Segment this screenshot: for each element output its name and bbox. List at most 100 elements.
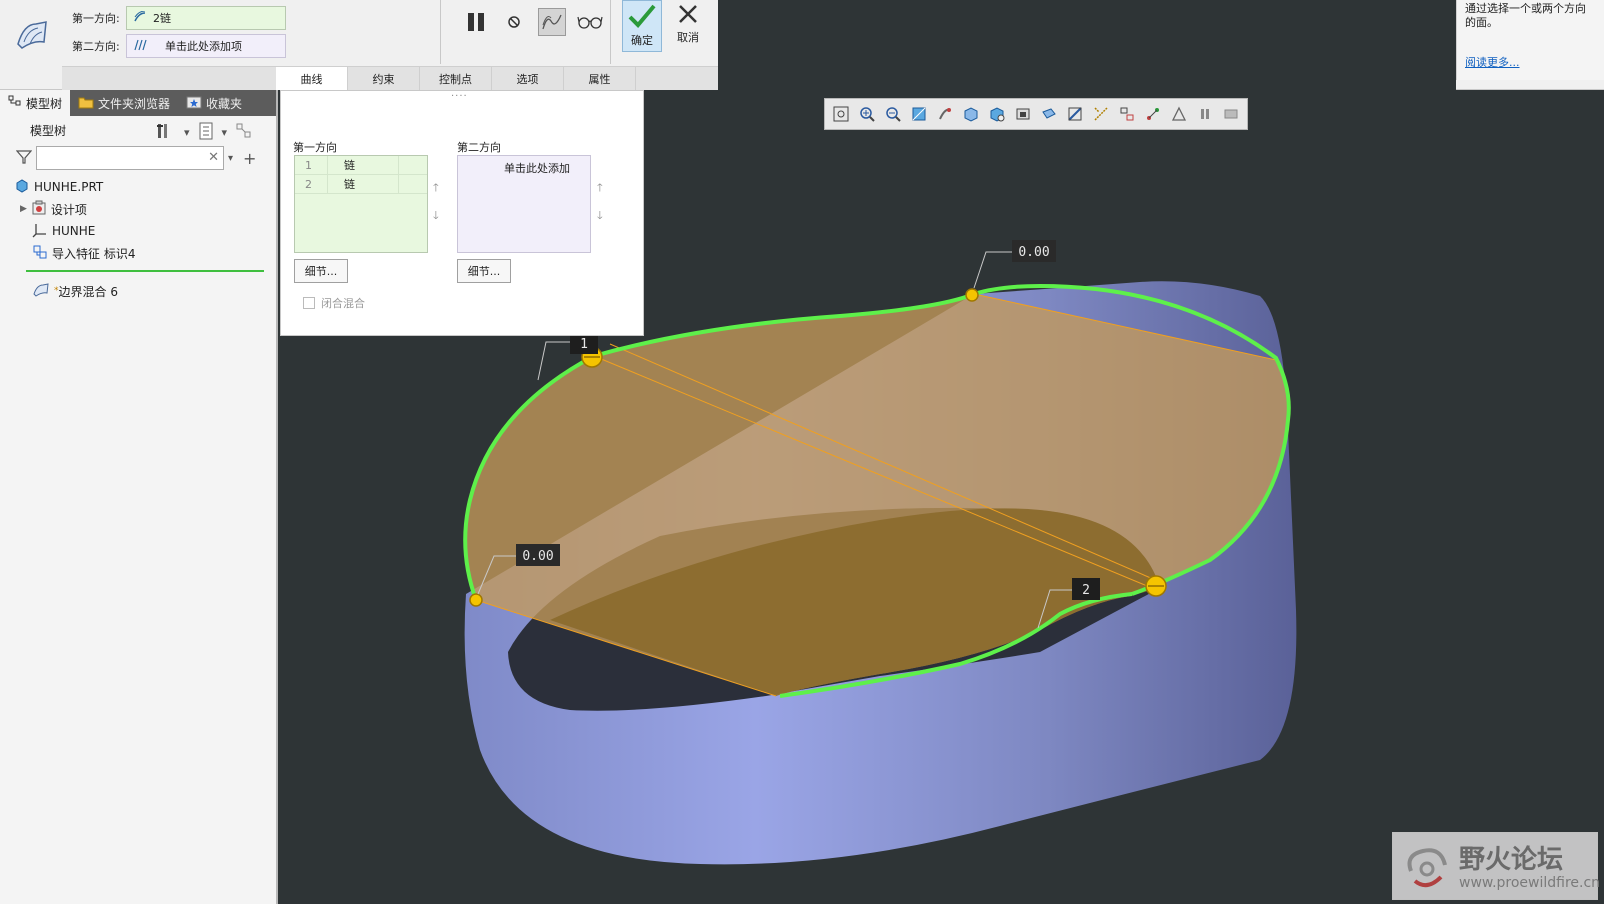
tree-item-part[interactable]: HUNHE.PRT [14, 176, 276, 198]
tab-favorites[interactable]: 收藏夹 [178, 90, 250, 116]
handle-top[interactable] [965, 288, 979, 302]
read-more-link[interactable]: 阅读更多... [1465, 56, 1520, 70]
search-input[interactable] [37, 147, 223, 169]
first-direction-list[interactable]: 1 链 2 链 [294, 155, 428, 253]
help-panel: 通过选择一个或两个方向的面。 阅读更多... [1456, 0, 1604, 80]
second-direction-value: 单击此处添加项 [165, 40, 242, 53]
tree-item-csys[interactable]: HUNHE [14, 220, 276, 242]
dashboard: 第一方向: 2链 第二方向: 单击此处添加项 确定 取消 曲线 约束 控制点 选… [0, 0, 1604, 90]
first-direction-value: 2链 [153, 12, 171, 25]
move-up-icon[interactable]: 🡑 [433, 179, 439, 198]
tree-item-label: 边界混合 6 [58, 284, 118, 299]
tab-strip-left [62, 66, 276, 90]
tab-favorites-label: 收藏夹 [206, 96, 243, 111]
chain-2-label[interactable]: 2 [1082, 583, 1090, 598]
csys-display-icon[interactable] [1143, 105, 1162, 124]
clear-icon[interactable]: ✕ [208, 150, 219, 165]
model-tree: HUNHE.PRT ▶ 设计项 HUNHE 导入特征 标识4 * 边界混合 6 [0, 176, 276, 302]
navigator-panel: 模型树 文件夹浏览器 收藏夹 模型树 ▾ ▾ ✕ ▾ + HUNHE.PRT ▶… [0, 90, 278, 904]
pause-regen-icon[interactable] [1195, 105, 1214, 124]
ok-button[interactable]: 确定 [622, 0, 662, 52]
chevron-down-icon[interactable]: ▾ [184, 126, 190, 139]
view-manager-icon[interactable] [1013, 105, 1032, 124]
perspective-icon[interactable] [1039, 105, 1058, 124]
curves-panel: ···· 第一方向 1 链 2 链 🡑 🡓 细节... 第二方向 单击此处添加 … [280, 90, 644, 336]
watermark-logo-icon [1401, 841, 1453, 896]
second-direction-title: 第二方向 [457, 141, 501, 154]
add-icon[interactable]: + [243, 149, 256, 168]
repaint-icon[interactable] [909, 105, 928, 124]
tab-folder-browser[interactable]: 文件夹浏览器 [70, 90, 178, 116]
zoom-out-icon[interactable] [883, 105, 902, 124]
second-direction-list[interactable]: 单击此处添加 [457, 155, 591, 253]
chevron-down-icon[interactable]: ▾ [222, 126, 228, 139]
tree-columns-icon[interactable] [235, 122, 253, 143]
tab-curves[interactable]: 曲线 [276, 66, 348, 90]
tree-tools: ▾ ▾ [156, 122, 253, 143]
blend-preview-button[interactable] [538, 8, 566, 36]
tree-search-box: ✕ [36, 146, 224, 170]
tree-item-import-feature[interactable]: 导入特征 标识4 [14, 242, 276, 264]
insert-indicator-line [26, 270, 264, 272]
saved-views-icon[interactable] [987, 105, 1006, 124]
move-down-icon[interactable]: 🡓 [433, 207, 439, 226]
handle-left[interactable] [469, 593, 483, 607]
tab-control-points[interactable]: 控制点 [420, 66, 492, 90]
pause-button[interactable] [462, 8, 490, 36]
tab-constraints[interactable]: 约束 [348, 66, 420, 90]
second-direction-placeholder: 单击此处添加 [504, 162, 570, 175]
tab-strip-right [636, 66, 718, 90]
refit-icon[interactable] [831, 105, 850, 124]
tree-item-label: 设计项 [50, 202, 87, 217]
closed-blend-label: 闭合混合 [321, 297, 365, 310]
ribbon-separator [440, 0, 441, 64]
list-item[interactable]: 1 链 [295, 156, 427, 175]
tree-settings-icon[interactable] [156, 122, 176, 143]
show-tree-icon[interactable] [198, 122, 214, 143]
filter-icon[interactable] [15, 149, 33, 168]
tree-item-boundary-blend[interactable]: * 边界混合 6 [14, 280, 276, 302]
chain-icon [133, 10, 147, 26]
dimension-top-label[interactable]: 0.00 [1018, 245, 1049, 260]
spin-center-icon[interactable] [935, 105, 954, 124]
dashboard-tabs: 曲线 约束 控制点 选项 属性 [276, 66, 636, 90]
chevron-down-icon[interactable]: ▾ [228, 153, 233, 164]
first-direction-label: 第一方向: [72, 12, 120, 25]
axis-display-icon[interactable] [1091, 105, 1110, 124]
first-direction-title: 第一方向 [293, 141, 337, 154]
design-items-icon [31, 200, 47, 219]
panel-grip[interactable]: ···· [451, 91, 468, 102]
tree-item-design-items[interactable]: ▶ 设计项 [14, 198, 276, 220]
preview-tools [462, 8, 604, 36]
checkmark-icon [627, 3, 657, 32]
list-item[interactable]: 2 链 [295, 175, 427, 194]
verify-glasses-button[interactable] [576, 8, 604, 36]
move-down-icon[interactable]: 🡓 [597, 207, 603, 226]
second-detail-button[interactable]: 细节... [457, 259, 511, 283]
annotation-plane-icon[interactable] [1221, 105, 1240, 124]
cancel-button[interactable]: 取消 [668, 0, 708, 52]
datum-display-icon[interactable] [1065, 105, 1084, 124]
tab-options[interactable]: 选项 [492, 66, 564, 90]
move-up-icon[interactable]: 🡑 [597, 179, 603, 198]
filter-row: ✕ ▾ + [0, 144, 276, 172]
tab-properties[interactable]: 属性 [564, 66, 636, 90]
dimension-left-label[interactable]: 0.00 [522, 549, 553, 564]
tab-model-tree[interactable]: 模型树 [0, 90, 71, 116]
closed-blend-checkbox[interactable]: 闭合混合 [303, 295, 365, 311]
boundary-blend-feature-icon [6, 8, 58, 78]
checkbox-box[interactable] [303, 297, 315, 309]
first-direction-collector[interactable]: 2链 [126, 6, 286, 30]
favorites-icon [186, 95, 202, 112]
display-style-icon[interactable] [961, 105, 980, 124]
point-display-icon[interactable] [1117, 105, 1136, 124]
first-detail-button[interactable]: 细节... [294, 259, 348, 283]
expand-arrow-icon[interactable]: ▶ [20, 204, 27, 214]
no-preview-button[interactable] [500, 8, 528, 36]
zoom-in-icon[interactable] [857, 105, 876, 124]
chain-1-label[interactable]: 1 [580, 337, 588, 352]
model-tree-icon [8, 95, 22, 112]
annotation-display-icon[interactable] [1169, 105, 1188, 124]
second-direction-collector[interactable]: 单击此处添加项 [126, 34, 286, 58]
watermark-title: 野火论坛 [1459, 845, 1564, 875]
